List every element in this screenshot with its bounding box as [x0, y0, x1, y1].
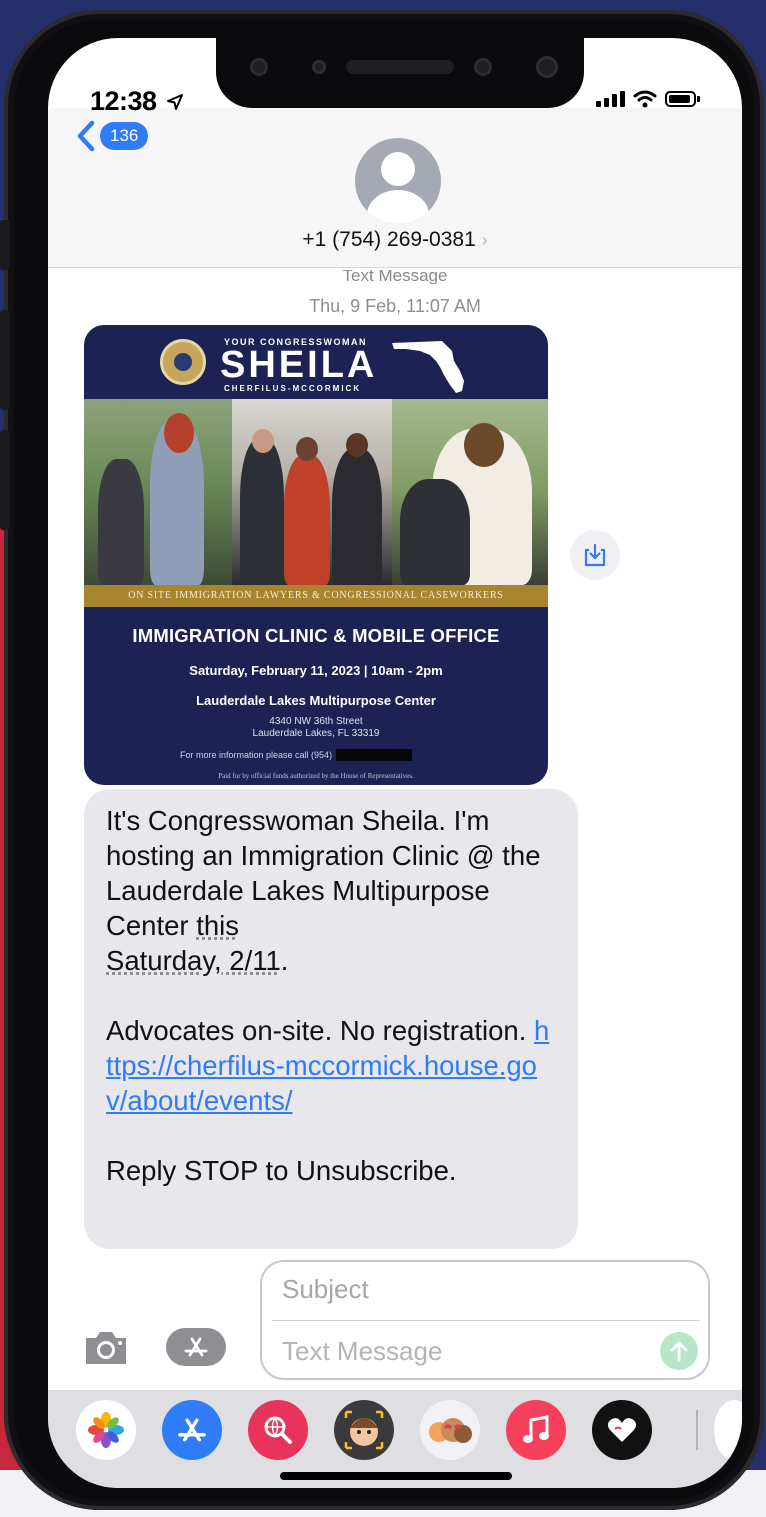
app-store-icon[interactable] [162, 1400, 222, 1460]
apps-button[interactable] [166, 1328, 226, 1366]
music-note-icon [523, 1415, 549, 1443]
input-divider [272, 1320, 700, 1321]
flyer-subname: CHERFILUS-MCCORMICK [224, 384, 362, 393]
location-arrow-icon [166, 94, 183, 110]
mute-switch [0, 220, 10, 270]
chevron-left-icon [77, 120, 95, 152]
home-indicator[interactable] [280, 1472, 512, 1480]
wifi-icon [633, 90, 657, 108]
redacted-phone [336, 749, 413, 761]
sensor-dot [250, 58, 268, 76]
flyer-name: SHEILA [220, 344, 378, 386]
unread-count-badge: 136 [100, 122, 149, 150]
music-icon[interactable] [506, 1400, 566, 1460]
arrow-up-icon [670, 1341, 688, 1362]
flyer-photo-collage [84, 399, 548, 585]
text-message-field[interactable]: Text Message [282, 1336, 442, 1367]
contact-name-button[interactable]: +1 (754) 269-0381 › [48, 228, 742, 252]
image-search-icon[interactable] [248, 1400, 308, 1460]
sensor-dot [312, 60, 326, 74]
flyer-address: 4340 NW 36th Street Lauderdale Lakes, FL… [252, 716, 380, 739]
heart-icon [607, 1418, 637, 1442]
earpiece-speaker [346, 60, 454, 74]
save-image-button[interactable] [570, 530, 620, 580]
camera-button[interactable] [82, 1328, 130, 1366]
photos-flower-icon [88, 1412, 124, 1448]
photo-hug [392, 399, 548, 585]
send-button[interactable] [660, 1332, 698, 1370]
flyer-venue: Lauderdale Lakes Multipurpose Center [196, 693, 436, 708]
memoji-face-icon [344, 1410, 384, 1450]
battery-icon [665, 91, 700, 107]
status-bar-time: 12:38 [90, 86, 184, 117]
flyer-date: Saturday, February 11, 2023 | 10am - 2pm [189, 663, 443, 678]
message-paragraph: Reply STOP to Unsubscribe. [106, 1155, 457, 1186]
photos-app-icon[interactable] [76, 1400, 136, 1460]
photo-group [232, 399, 392, 585]
flyer-header: YOUR CONGRESSWOMAN SHEILA CHERFILUS-MCCO… [84, 325, 548, 399]
detected-date-link[interactable]: Saturday, 2/11 [106, 945, 281, 976]
front-camera [474, 58, 492, 76]
volume-down-button [0, 430, 10, 530]
flyer-image-attachment[interactable]: YOUR CONGRESSWOMAN SHEILA CHERFILUS-MCCO… [84, 325, 548, 785]
message-bubble[interactable]: It's Congresswoman Sheila. I'm hosting a… [84, 789, 578, 1249]
drawer-separator [696, 1410, 698, 1450]
cellular-signal-icon [596, 91, 625, 107]
message-input[interactable]: Subject Text Message [260, 1260, 710, 1380]
message-paragraph: Advocates on-site. No registration. http… [106, 1015, 550, 1116]
back-button[interactable]: 136 [76, 120, 149, 152]
notch [216, 38, 584, 108]
volume-up-button [0, 310, 10, 410]
flyer-disclaimer: Paid for by official funds authorized by… [218, 772, 414, 780]
flyer-title: IMMIGRATION CLINIC & MOBILE OFFICE [132, 625, 500, 646]
flyer-banner: ON SITE IMMIGRATION LAWYERS & CONGRESSIO… [84, 585, 548, 607]
chevron-right-icon: › [481, 230, 488, 250]
app-store-icon [184, 1337, 208, 1357]
magnifier-globe-icon [264, 1416, 292, 1444]
detected-date-link[interactable]: this [196, 910, 239, 941]
photo-volunteers [84, 399, 232, 585]
messages-screen: 12:38 136 +1 (754) 269-0381 › Text Messa… [48, 38, 742, 1488]
contact-number: +1 (754) 269-0381 [302, 228, 476, 251]
memoji-icon[interactable] [334, 1400, 394, 1460]
contact-avatar[interactable] [355, 138, 441, 224]
message-paragraph: It's Congresswoman Sheila. I'm hosting a… [106, 805, 541, 976]
subject-field[interactable]: Subject [282, 1274, 369, 1305]
thread-type-label: Text Message [342, 270, 448, 284]
congressional-seal-icon [160, 339, 206, 385]
animoji-faces-icon [429, 1418, 472, 1443]
camera-icon [86, 1332, 126, 1364]
app-store-glyph-icon [178, 1418, 206, 1442]
florida-map-icon [392, 341, 464, 393]
thread-timestamp: Thu, 9 Feb, 11:07 AM [309, 296, 481, 316]
save-download-icon [584, 543, 606, 567]
animoji-icon[interactable] [420, 1400, 480, 1460]
phone-frame: 12:38 136 +1 (754) 269-0381 › Text Messa… [0, 10, 764, 1510]
front-camera-lens [536, 56, 558, 78]
digital-touch-icon[interactable] [592, 1400, 652, 1460]
status-bar-indicators [596, 90, 701, 108]
flyer-info: For more information please call (954) [180, 749, 413, 761]
